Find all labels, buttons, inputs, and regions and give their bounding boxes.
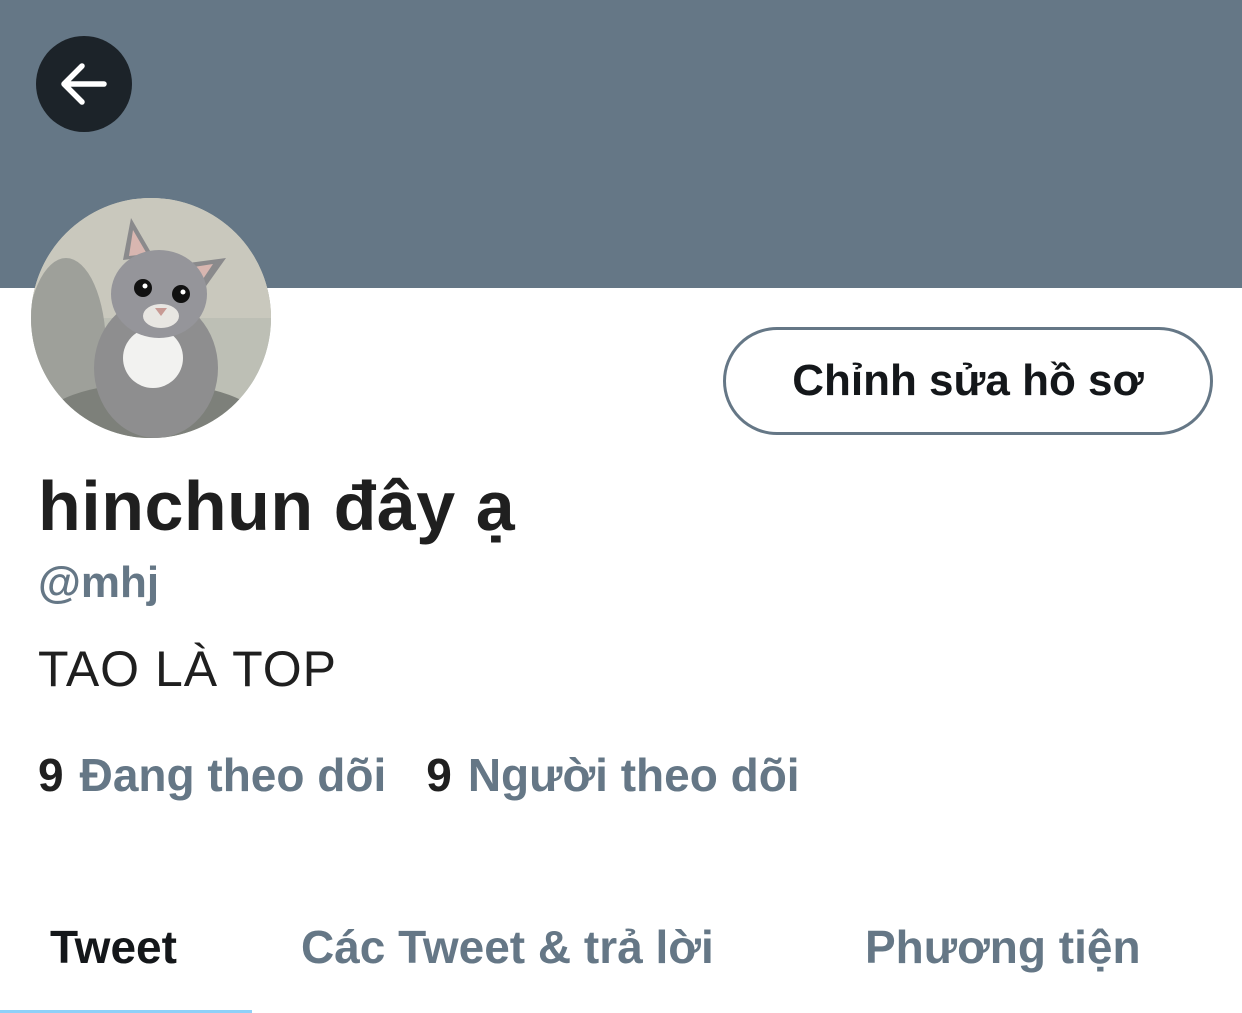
following-count: 9 — [38, 749, 64, 801]
edit-profile-button[interactable]: Chỉnh sửa hồ sơ — [723, 327, 1213, 435]
profile-tabs: Tweet Các Tweet & trả lời Phương tiện — [0, 890, 1242, 1013]
followers-count: 9 — [426, 749, 452, 801]
profile-page: Chỉnh sửa hồ sơ hinchun đây ạ @mhj TAO L… — [0, 0, 1242, 1013]
followers-label: Người theo dõi — [467, 749, 800, 801]
user-handle: @mhj — [38, 558, 160, 607]
display-name: hinchun đây ạ — [38, 467, 516, 545]
tab-media[interactable]: Phương tiện — [865, 920, 1141, 974]
followers-stat[interactable]: 9 Người theo dõi — [426, 748, 799, 802]
arrow-left-icon — [61, 63, 107, 105]
following-label: Đang theo dõi — [79, 749, 387, 801]
following-stat[interactable]: 9 Đang theo dõi — [38, 748, 386, 802]
back-button[interactable] — [36, 36, 132, 132]
tab-tweets[interactable]: Tweet — [50, 920, 177, 974]
follow-stats: 9 Đang theo dõi 9 Người theo dõi — [38, 748, 800, 802]
avatar[interactable] — [31, 198, 271, 438]
bio-text: TAO LÀ TOP — [38, 641, 337, 697]
tab-tweets-replies[interactable]: Các Tweet & trả lời — [301, 920, 714, 974]
cat-avatar — [31, 198, 271, 438]
